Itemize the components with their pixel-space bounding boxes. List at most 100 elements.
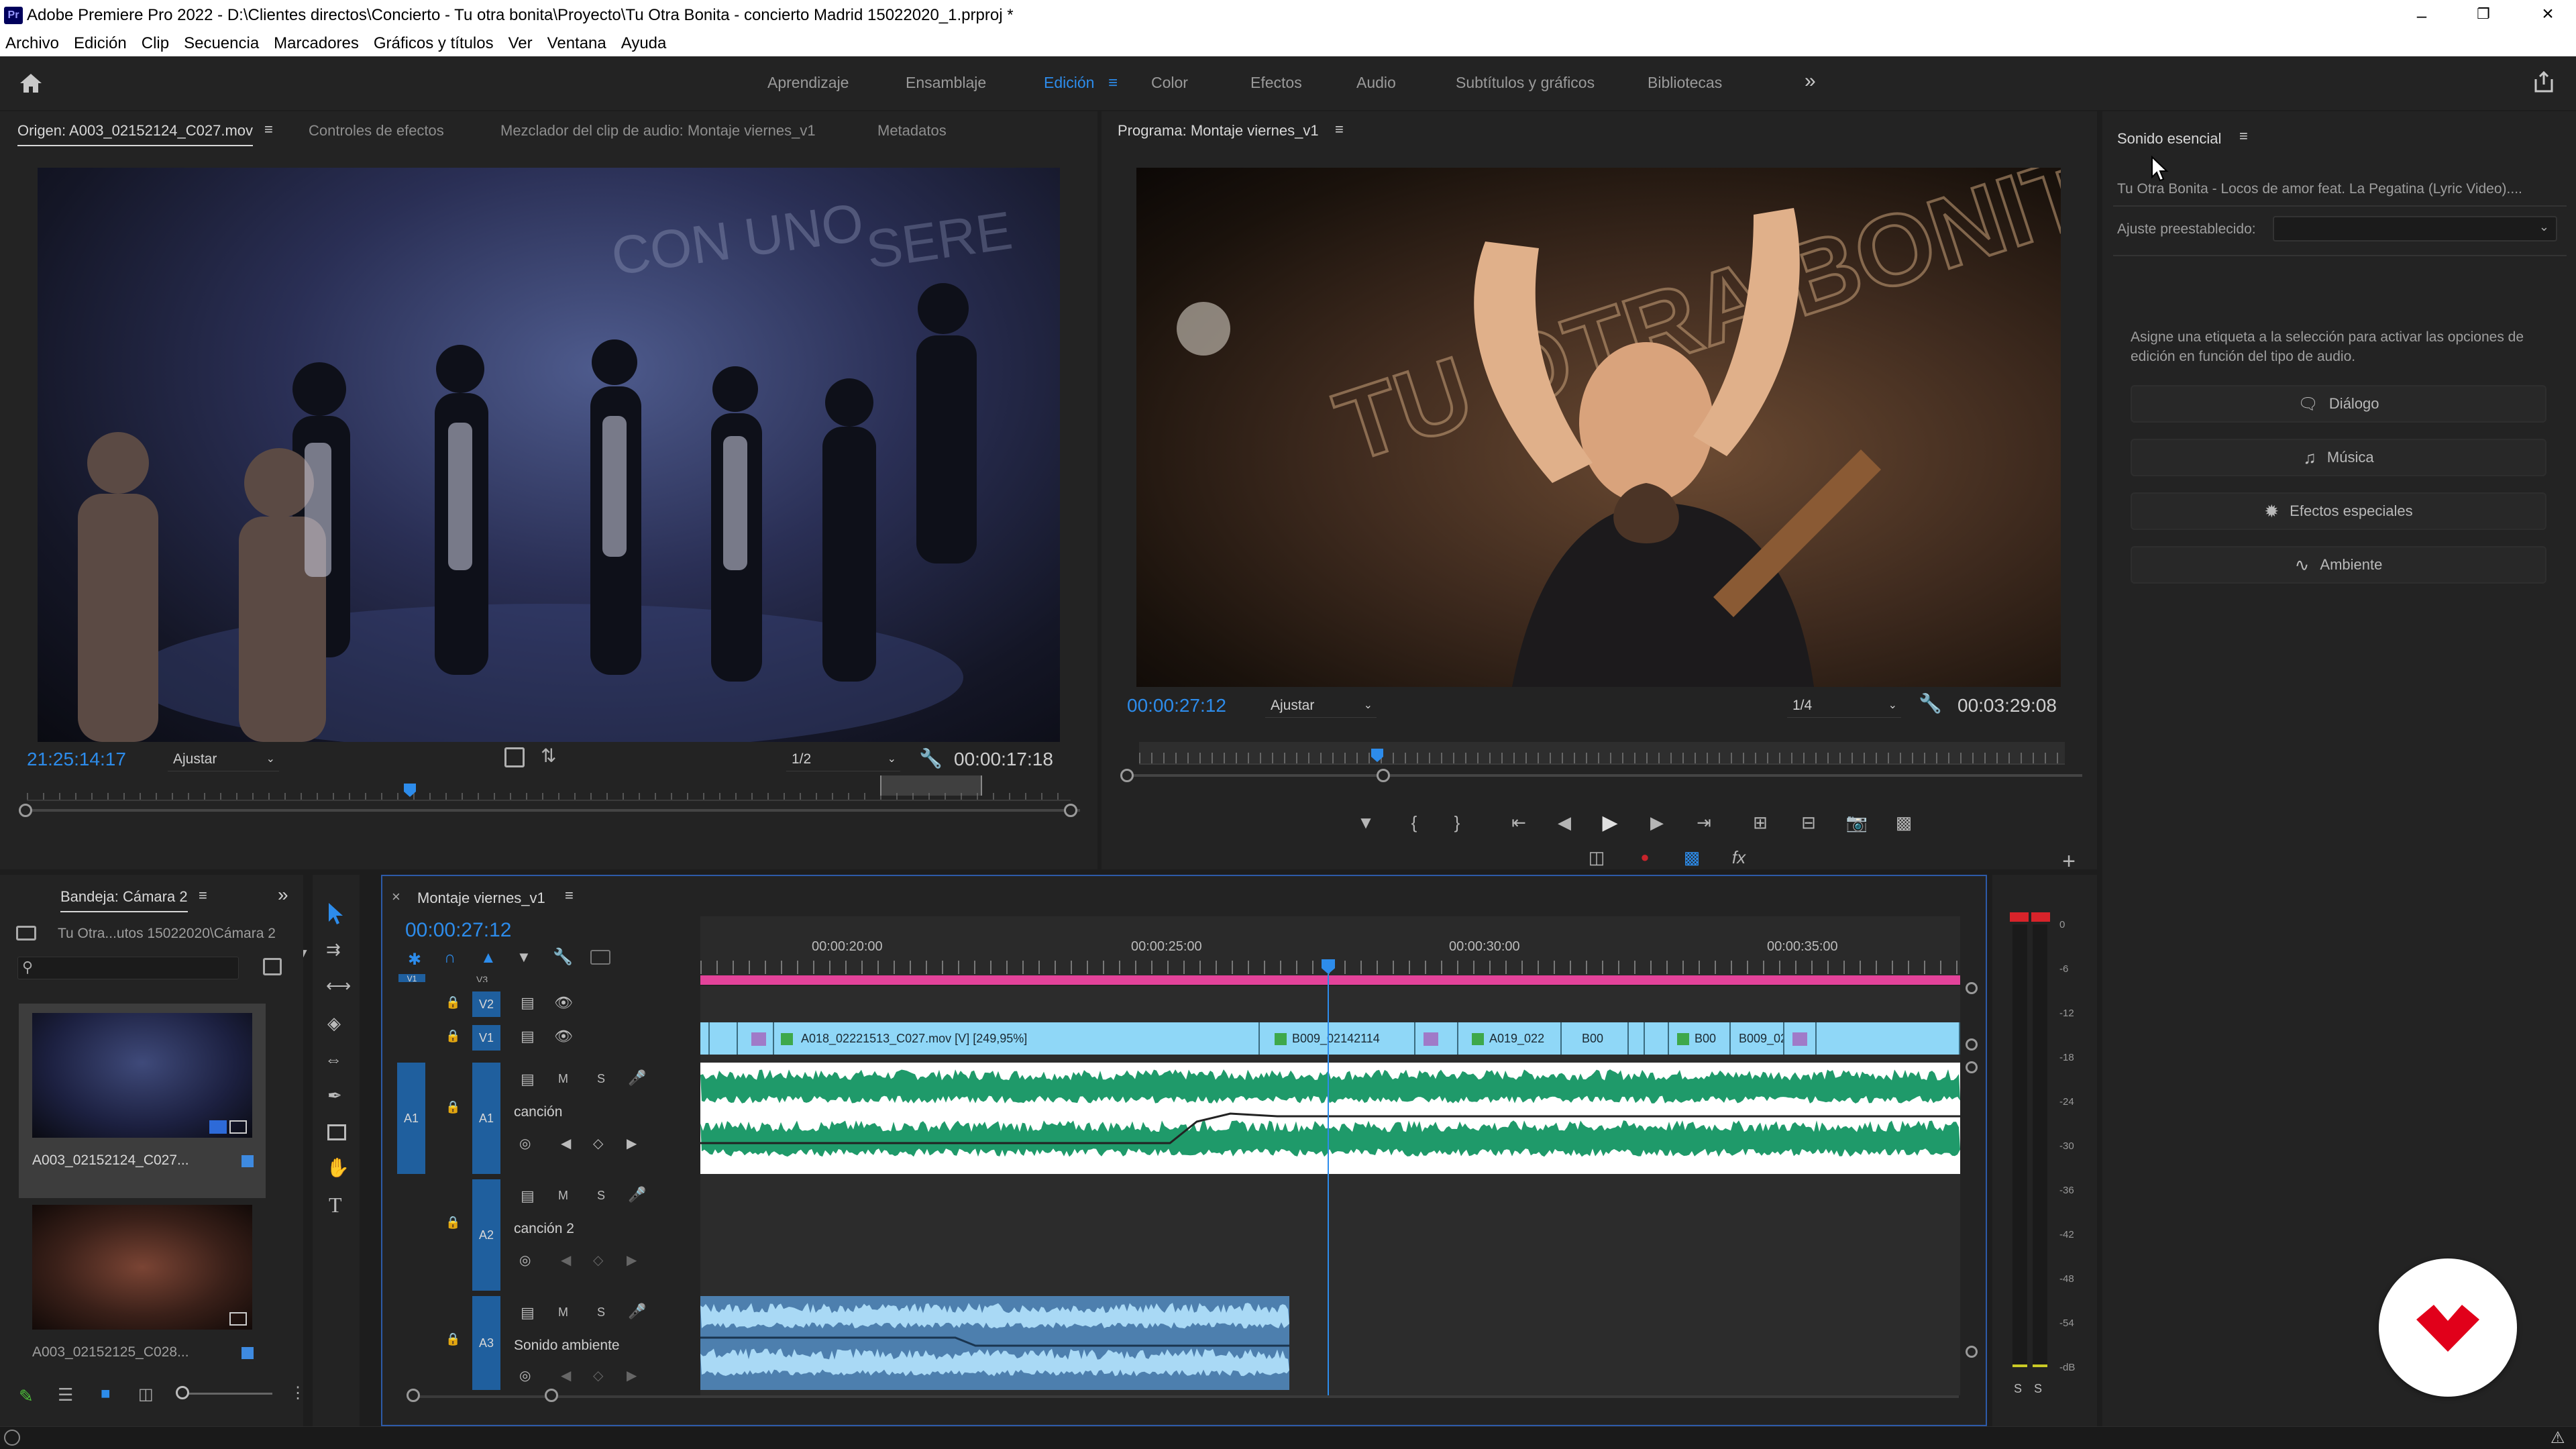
- track-v1-label[interactable]: V1: [472, 1025, 500, 1051]
- slip-tool-icon[interactable]: ⇔: [325, 1049, 342, 1070]
- nest-icon[interactable]: ✱: [408, 950, 421, 969]
- tab-effect-controls[interactable]: Controles de efectos: [309, 122, 444, 140]
- type-tool-icon[interactable]: T: [329, 1193, 342, 1218]
- program-zoom-bar[interactable]: [1127, 774, 2082, 777]
- tab-menu-icon[interactable]: ≡: [1335, 121, 1344, 138]
- v1-clip[interactable]: A019_022: [1458, 1022, 1562, 1055]
- lift-icon[interactable]: ⊞: [1747, 809, 1774, 836]
- sync-lock-icon[interactable]: ▤: [521, 994, 535, 1012]
- maximize-icon[interactable]: ❐: [2470, 5, 2497, 25]
- more-options-icon[interactable]: ⋮: [290, 1383, 306, 1403]
- sync-lock-icon[interactable]: ▤: [521, 1304, 535, 1322]
- safe-margins-icon[interactable]: [504, 747, 525, 767]
- selection-tool-icon[interactable]: [325, 902, 346, 926]
- menu-clip[interactable]: Clip: [142, 34, 169, 52]
- keyframe-icon[interactable]: ◎: [519, 1135, 531, 1152]
- menu-ayuda[interactable]: Ayuda: [621, 34, 667, 52]
- source-a1-patch[interactable]: A1: [397, 1063, 425, 1174]
- play-icon[interactable]: ▶: [1597, 809, 1623, 836]
- mute-button[interactable]: M: [558, 1305, 568, 1320]
- snap-icon[interactable]: ∩: [444, 949, 455, 967]
- track-a2-label[interactable]: A2: [472, 1179, 500, 1291]
- scroll-handle[interactable]: [1966, 1346, 1978, 1358]
- v1-clip[interactable]: A018_02221513_C027.mov [V] [249,95%]: [774, 1022, 1260, 1055]
- prev-keyframe-icon[interactable]: ◀: [561, 1367, 571, 1384]
- tab-metadata[interactable]: Metadatos: [877, 122, 947, 140]
- add-keyframe-icon[interactable]: ◇: [593, 1135, 603, 1152]
- next-keyframe-icon[interactable]: ▶: [627, 1252, 637, 1269]
- captions-icon[interactable]: [590, 950, 610, 965]
- workspace-aprendizaje[interactable]: Aprendizaje: [767, 74, 849, 92]
- v1-clip[interactable]: [1415, 1022, 1458, 1055]
- ambience-button[interactable]: ∿ Ambiente: [2131, 546, 2546, 584]
- add-keyframe-icon[interactable]: ◇: [593, 1252, 603, 1269]
- icon-view-icon[interactable]: ■: [101, 1385, 111, 1403]
- dialogue-button[interactable]: 🗨 Diálogo: [2131, 385, 2546, 423]
- tab-program[interactable]: Programa: Montaje viernes_v1: [1118, 122, 1319, 140]
- v1-clip[interactable]: B00: [1562, 1022, 1629, 1055]
- close-tab-icon[interactable]: ×: [392, 888, 400, 906]
- pen-tool-icon[interactable]: ✒: [327, 1085, 342, 1106]
- menu-edicion[interactable]: Edición: [74, 34, 127, 52]
- bin-search-input[interactable]: ⚲: [17, 957, 239, 979]
- source-zoom-bar[interactable]: [20, 809, 1080, 812]
- v1-clip[interactable]: [1817, 1022, 1960, 1055]
- program-timecode[interactable]: 00:00:27:12: [1127, 695, 1226, 716]
- solo-left-button[interactable]: S: [2014, 1382, 2022, 1396]
- v1-clip[interactable]: B009_02142114: [1260, 1022, 1415, 1055]
- solo-button[interactable]: S: [597, 1072, 605, 1086]
- zoom-handle-right[interactable]: [1064, 804, 1077, 817]
- v1-clip[interactable]: B009_02142: [1731, 1022, 1784, 1055]
- razor-tool-icon[interactable]: ◈: [327, 1013, 341, 1034]
- timeline-tab[interactable]: Montaje viernes_v1: [417, 890, 545, 907]
- source-in-out-range[interactable]: [880, 775, 982, 796]
- prev-keyframe-icon[interactable]: ◀: [561, 1135, 571, 1152]
- menu-secuencia[interactable]: Secuencia: [184, 34, 259, 52]
- bin-title[interactable]: Bandeja: Cámara 2: [60, 888, 188, 912]
- rectangle-tool-icon[interactable]: [327, 1124, 346, 1140]
- lock-icon[interactable]: 🔒: [445, 1216, 460, 1230]
- record-icon[interactable]: ●: [1631, 844, 1658, 871]
- program-fit-select[interactable]: Ajustar ⌄: [1265, 694, 1377, 718]
- mark-in-icon[interactable]: {: [1401, 809, 1428, 836]
- share-icon[interactable]: [2532, 70, 2556, 94]
- microphone-icon[interactable]: 🎤: [628, 1303, 646, 1320]
- menu-ventana[interactable]: Ventana: [547, 34, 606, 52]
- solo-button[interactable]: S: [597, 1305, 605, 1320]
- microphone-icon[interactable]: 🎤: [628, 1069, 646, 1087]
- toggle-proxies-icon[interactable]: ▩: [1678, 844, 1705, 871]
- workspace-ensamblaje[interactable]: Ensamblaje: [906, 74, 986, 92]
- hand-tool-icon[interactable]: ✋: [326, 1157, 350, 1179]
- mute-button[interactable]: M: [558, 1072, 568, 1086]
- workspace-edicion[interactable]: Edición: [1044, 74, 1094, 92]
- v1-clip[interactable]: B00: [1669, 1022, 1731, 1055]
- solo-right-button[interactable]: S: [2034, 1382, 2042, 1396]
- preset-select[interactable]: ⌄: [2273, 216, 2557, 241]
- add-marker-icon[interactable]: ▼: [1352, 809, 1379, 836]
- mark-out-icon[interactable]: }: [1444, 809, 1470, 836]
- bin-item[interactable]: A003_02152125_C028...: [19, 1195, 266, 1390]
- tab-source[interactable]: Origen: A003_02152124_C027.mov: [17, 122, 254, 146]
- track-select-tool-icon[interactable]: ⇉: [326, 939, 341, 960]
- keyframe-icon[interactable]: ◎: [519, 1367, 531, 1384]
- workspace-subtitulos[interactable]: Subtítulos y gráficos: [1456, 74, 1595, 92]
- minimize-icon[interactable]: –: [2408, 5, 2435, 25]
- lock-icon[interactable]: 🔒: [445, 1029, 460, 1043]
- workspace-menu-icon[interactable]: ≡: [1108, 74, 1118, 93]
- sync-lock-icon[interactable]: ▤: [521, 1028, 535, 1045]
- export-frame-icon[interactable]: 📷: [1843, 809, 1870, 836]
- sync-lock-icon[interactable]: ▤: [521, 1187, 535, 1205]
- new-search-bin-icon[interactable]: [263, 958, 282, 975]
- workspace-color[interactable]: Color: [1151, 74, 1188, 92]
- timeline-settings-icon[interactable]: 🔧: [553, 947, 573, 967]
- go-to-out-icon[interactable]: ⇥: [1690, 809, 1717, 836]
- timeline-timecode[interactable]: 00:00:27:12: [405, 919, 511, 942]
- scroll-handle[interactable]: [1966, 982, 1978, 994]
- prev-keyframe-icon[interactable]: ◀: [561, 1252, 571, 1269]
- button-editor-icon[interactable]: +: [2055, 848, 2082, 875]
- a3-audio-clip[interactable]: [700, 1296, 1289, 1390]
- step-forward-icon[interactable]: ▶: [1644, 809, 1670, 836]
- freeform-view-icon[interactable]: ◫: [138, 1385, 154, 1404]
- zoom-handle-left[interactable]: [1120, 769, 1134, 782]
- v1-clip[interactable]: [738, 1022, 774, 1055]
